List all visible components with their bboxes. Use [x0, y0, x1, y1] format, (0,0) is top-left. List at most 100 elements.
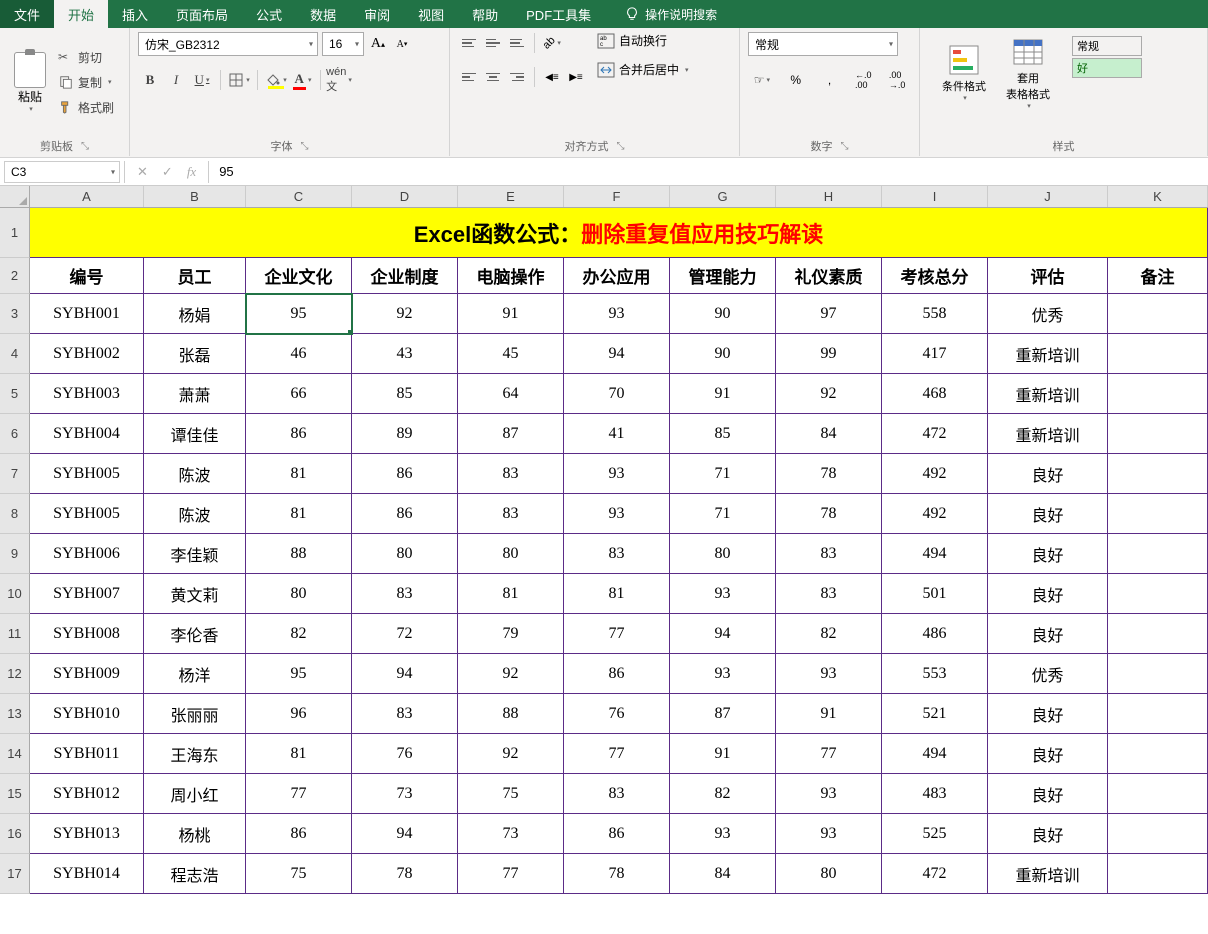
cell[interactable]: 89: [352, 414, 458, 454]
row-header[interactable]: 10: [0, 574, 30, 614]
dialog-launcher-icon[interactable]: ⤡: [301, 141, 309, 152]
fill-color-button[interactable]: ▾: [264, 68, 288, 92]
cell[interactable]: 良好: [988, 814, 1108, 854]
format-as-table-button[interactable]: 套用 表格格式▾: [1000, 36, 1056, 110]
row-header[interactable]: 4: [0, 334, 30, 374]
align-center-button[interactable]: [482, 66, 504, 88]
cell[interactable]: 黄文莉: [144, 574, 246, 614]
cell[interactable]: 494: [882, 534, 988, 574]
row-header[interactable]: 8: [0, 494, 30, 534]
cell[interactable]: 96: [246, 694, 352, 734]
cell[interactable]: 72: [352, 614, 458, 654]
cell[interactable]: 92: [776, 374, 882, 414]
cell[interactable]: 472: [882, 414, 988, 454]
cell[interactable]: 99: [776, 334, 882, 374]
style-normal[interactable]: 常规: [1072, 36, 1142, 56]
phonetic-button[interactable]: wén文▾: [327, 68, 351, 92]
cell[interactable]: 良好: [988, 534, 1108, 574]
cell[interactable]: 92: [458, 734, 564, 774]
cell-styles-gallery[interactable]: 常规 好: [1064, 32, 1199, 114]
cell[interactable]: SYBH010: [30, 694, 144, 734]
cell[interactable]: 501: [882, 574, 988, 614]
cell[interactable]: 80: [670, 534, 776, 574]
col-header[interactable]: H: [776, 186, 882, 207]
increase-font-button[interactable]: A▴: [368, 32, 388, 56]
cell[interactable]: 486: [882, 614, 988, 654]
cell[interactable]: 81: [564, 574, 670, 614]
wrap-text-button[interactable]: abc 自动换行: [597, 32, 689, 49]
cell[interactable]: 95: [246, 294, 352, 334]
cell[interactable]: [1108, 854, 1208, 894]
cell[interactable]: 李佳颖: [144, 534, 246, 574]
cell[interactable]: 王海东: [144, 734, 246, 774]
cell[interactable]: [1108, 734, 1208, 774]
cell[interactable]: 82: [670, 774, 776, 814]
cell[interactable]: 谭佳佳: [144, 414, 246, 454]
cell[interactable]: 77: [246, 774, 352, 814]
cell[interactable]: 80: [352, 534, 458, 574]
cell[interactable]: 84: [776, 414, 882, 454]
cell[interactable]: 83: [776, 574, 882, 614]
cell[interactable]: 78: [776, 454, 882, 494]
tell-me[interactable]: 操作说明搜索: [625, 6, 717, 23]
paste-button[interactable]: 粘贴 ▾: [8, 32, 52, 132]
cell[interactable]: 553: [882, 654, 988, 694]
cell[interactable]: 83: [776, 534, 882, 574]
cell[interactable]: 81: [246, 734, 352, 774]
borders-button[interactable]: ▾: [227, 68, 251, 92]
tab-view[interactable]: 视图: [404, 0, 458, 28]
cell[interactable]: 83: [564, 534, 670, 574]
format-painter-button[interactable]: 格式刷: [58, 97, 114, 118]
tab-formulas[interactable]: 公式: [242, 0, 296, 28]
row-header[interactable]: 9: [0, 534, 30, 574]
cell[interactable]: 43: [352, 334, 458, 374]
cell[interactable]: 492: [882, 454, 988, 494]
row-header[interactable]: 2: [0, 258, 30, 294]
cell[interactable]: 78: [564, 854, 670, 894]
align-right-button[interactable]: [506, 66, 528, 88]
row-header[interactable]: 11: [0, 614, 30, 654]
percent-button[interactable]: %: [782, 68, 810, 92]
cell[interactable]: 88: [458, 694, 564, 734]
tab-pdf[interactable]: PDF工具集: [512, 0, 605, 28]
name-box[interactable]: C3▾: [4, 161, 120, 183]
cell[interactable]: [1108, 614, 1208, 654]
col-header[interactable]: E: [458, 186, 564, 207]
cell[interactable]: 71: [670, 494, 776, 534]
col-header[interactable]: I: [882, 186, 988, 207]
row-header[interactable]: 12: [0, 654, 30, 694]
cell[interactable]: 陈波: [144, 454, 246, 494]
col-header[interactable]: F: [564, 186, 670, 207]
cell[interactable]: 64: [458, 374, 564, 414]
cell[interactable]: 李伦香: [144, 614, 246, 654]
cell[interactable]: 杨桃: [144, 814, 246, 854]
italic-button[interactable]: I: [164, 68, 188, 92]
cell[interactable]: 91: [670, 374, 776, 414]
decrease-font-button[interactable]: A▾: [392, 32, 412, 56]
cell[interactable]: SYBH013: [30, 814, 144, 854]
header-cell[interactable]: 员工: [144, 258, 246, 294]
tab-review[interactable]: 审阅: [350, 0, 404, 28]
cell[interactable]: 86: [246, 414, 352, 454]
cell[interactable]: 萧萧: [144, 374, 246, 414]
font-name-select[interactable]: 仿宋_GB2312▾: [138, 32, 318, 56]
cell[interactable]: 94: [670, 614, 776, 654]
row-header[interactable]: 6: [0, 414, 30, 454]
row-header[interactable]: 7: [0, 454, 30, 494]
cell[interactable]: 78: [352, 854, 458, 894]
cell[interactable]: [1108, 494, 1208, 534]
cell[interactable]: 重新培训: [988, 334, 1108, 374]
cell[interactable]: 86: [246, 814, 352, 854]
row-header[interactable]: 5: [0, 374, 30, 414]
header-cell[interactable]: 礼仪素质: [776, 258, 882, 294]
col-header[interactable]: D: [352, 186, 458, 207]
cell[interactable]: 91: [776, 694, 882, 734]
cell[interactable]: 483: [882, 774, 988, 814]
cell[interactable]: 90: [670, 294, 776, 334]
cell[interactable]: 83: [352, 694, 458, 734]
row-header[interactable]: 16: [0, 814, 30, 854]
cell[interactable]: 81: [246, 454, 352, 494]
cell[interactable]: 95: [246, 654, 352, 694]
row-header[interactable]: 1: [0, 208, 30, 258]
title-cell[interactable]: Excel函数公式：删除重复值应用技巧解读: [30, 208, 1208, 258]
